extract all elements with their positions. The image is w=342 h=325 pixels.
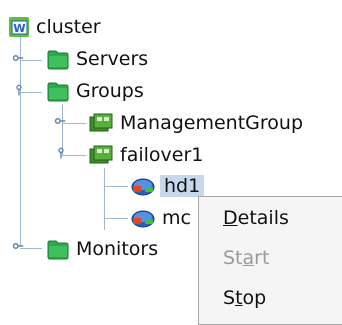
tree-node-label: Groups [76,80,144,102]
tree-node-md[interactable]: mc [130,204,191,232]
tree-node-label: cluster [36,16,101,38]
resource-icon [131,210,155,228]
cluster-icon: W [9,17,29,37]
tree-connector [20,36,21,246]
toggle-expanded-icon[interactable] [55,147,67,159]
toggle-expanded-icon[interactable] [13,84,25,96]
tree-node-failover1[interactable]: failover1 [88,141,203,169]
tree-node-groups[interactable]: Groups [46,77,144,105]
tree-node-label: hd1 [160,175,205,197]
menu-item-start: Start [223,247,270,269]
tree-node-monitors[interactable]: Monitors [46,235,158,263]
toggle-collapsed-icon[interactable] [12,240,24,252]
resource-icon [131,178,155,196]
tree-node-servers[interactable]: Servers [46,45,148,73]
tree-connector [104,168,105,230]
group-icon [89,113,113,132]
svg-text:W: W [13,22,25,35]
folder-icon [47,82,69,102]
folder-icon [47,50,69,70]
tree-node-label: ManagementGroup [120,112,304,134]
group-icon [89,145,113,164]
menu-item-details[interactable]: Details [223,207,289,229]
tree-node-label: Servers [76,48,149,70]
tree-node-management-group[interactable]: ManagementGroup [88,109,303,137]
tree-node-hd1[interactable]: hd1 [130,172,205,200]
tree-node-cluster[interactable]: W cluster [8,13,101,41]
toggle-collapsed-icon[interactable] [12,52,24,64]
toggle-collapsed-icon[interactable] [54,115,66,127]
tree-node-label: failover1 [120,144,204,166]
tree-connector [104,218,128,219]
tree-node-label: mc [162,207,191,229]
folder-icon [47,240,69,260]
tree-connector [104,186,128,187]
context-menu: Details Start Stop [198,196,342,325]
tree-node-label: Monitors [76,238,159,260]
menu-item-stop[interactable]: Stop [223,287,266,309]
